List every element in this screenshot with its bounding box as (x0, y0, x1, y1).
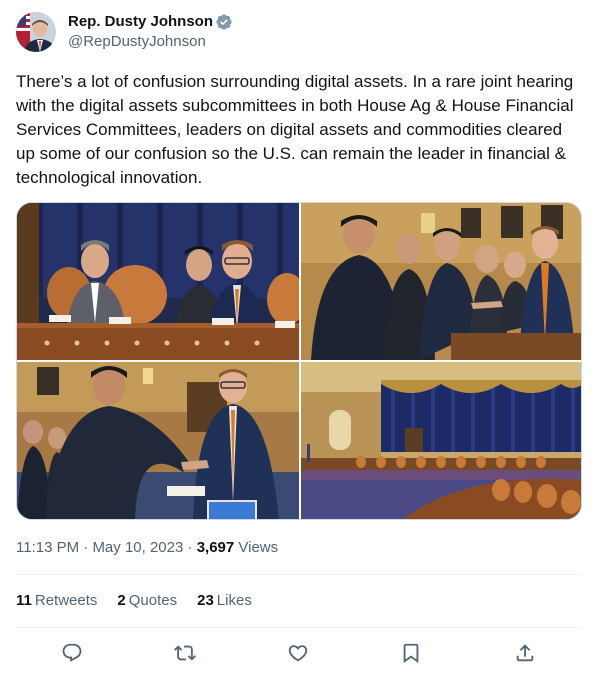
avatar[interactable] (16, 12, 56, 52)
views-count: 3,697 (196, 539, 235, 556)
photo-handshake-closeup[interactable] (17, 362, 299, 519)
meta-separator: · (183, 539, 197, 556)
like-button[interactable] (285, 640, 311, 666)
meta-separator: · (79, 539, 93, 556)
likes-stat[interactable]: 23 Likes (197, 591, 252, 611)
tweet-time[interactable]: 11:13 PM (16, 539, 79, 556)
photo-hearing-room[interactable] (301, 362, 581, 519)
display-name[interactable]: Rep. Dusty Johnson (68, 12, 213, 32)
retweets-count: 11 (16, 592, 32, 609)
quotes-label: Quotes (128, 592, 178, 609)
reply-icon (62, 643, 82, 662)
views-label: Views (234, 539, 279, 556)
tweet-text: There’s a lot of confusion surrounding d… (16, 72, 574, 187)
divider (16, 627, 582, 628)
verified-badge-icon (215, 13, 233, 31)
quotes-stat[interactable]: 2 Quotes (117, 591, 177, 611)
handle[interactable]: @RepDustyJohnson (68, 32, 233, 52)
share-icon (516, 644, 534, 662)
retweets-stat[interactable]: 11 Retweets (16, 591, 97, 611)
likes-label: Likes (216, 592, 252, 609)
quotes-count: 2 (117, 592, 126, 609)
share-button[interactable] (512, 640, 538, 666)
media-grid (16, 202, 582, 520)
engagement-stats: 11 Retweets 2 Quotes 23 Likes (16, 591, 272, 611)
tweet-date[interactable]: May 10, 2023 (92, 539, 183, 556)
retweets-label: Retweets (34, 592, 98, 609)
retweet-icon (174, 645, 196, 661)
tweet-header: Rep. Dusty Johnson @RepDustyJohnson (16, 12, 233, 52)
reply-button[interactable] (59, 640, 85, 666)
photo-handshake-line[interactable] (301, 203, 581, 360)
bookmark-icon (403, 643, 419, 664)
photo-hearing-dais[interactable] (17, 203, 299, 360)
bookmark-button[interactable] (398, 640, 424, 666)
tweet-meta: 11:13 PM · May 10, 2023 · 3,697 Views (16, 538, 278, 558)
retweet-button[interactable] (172, 640, 198, 666)
action-bar (16, 636, 582, 670)
likes-count: 23 (197, 592, 214, 609)
divider (16, 574, 582, 575)
like-icon (288, 645, 308, 662)
